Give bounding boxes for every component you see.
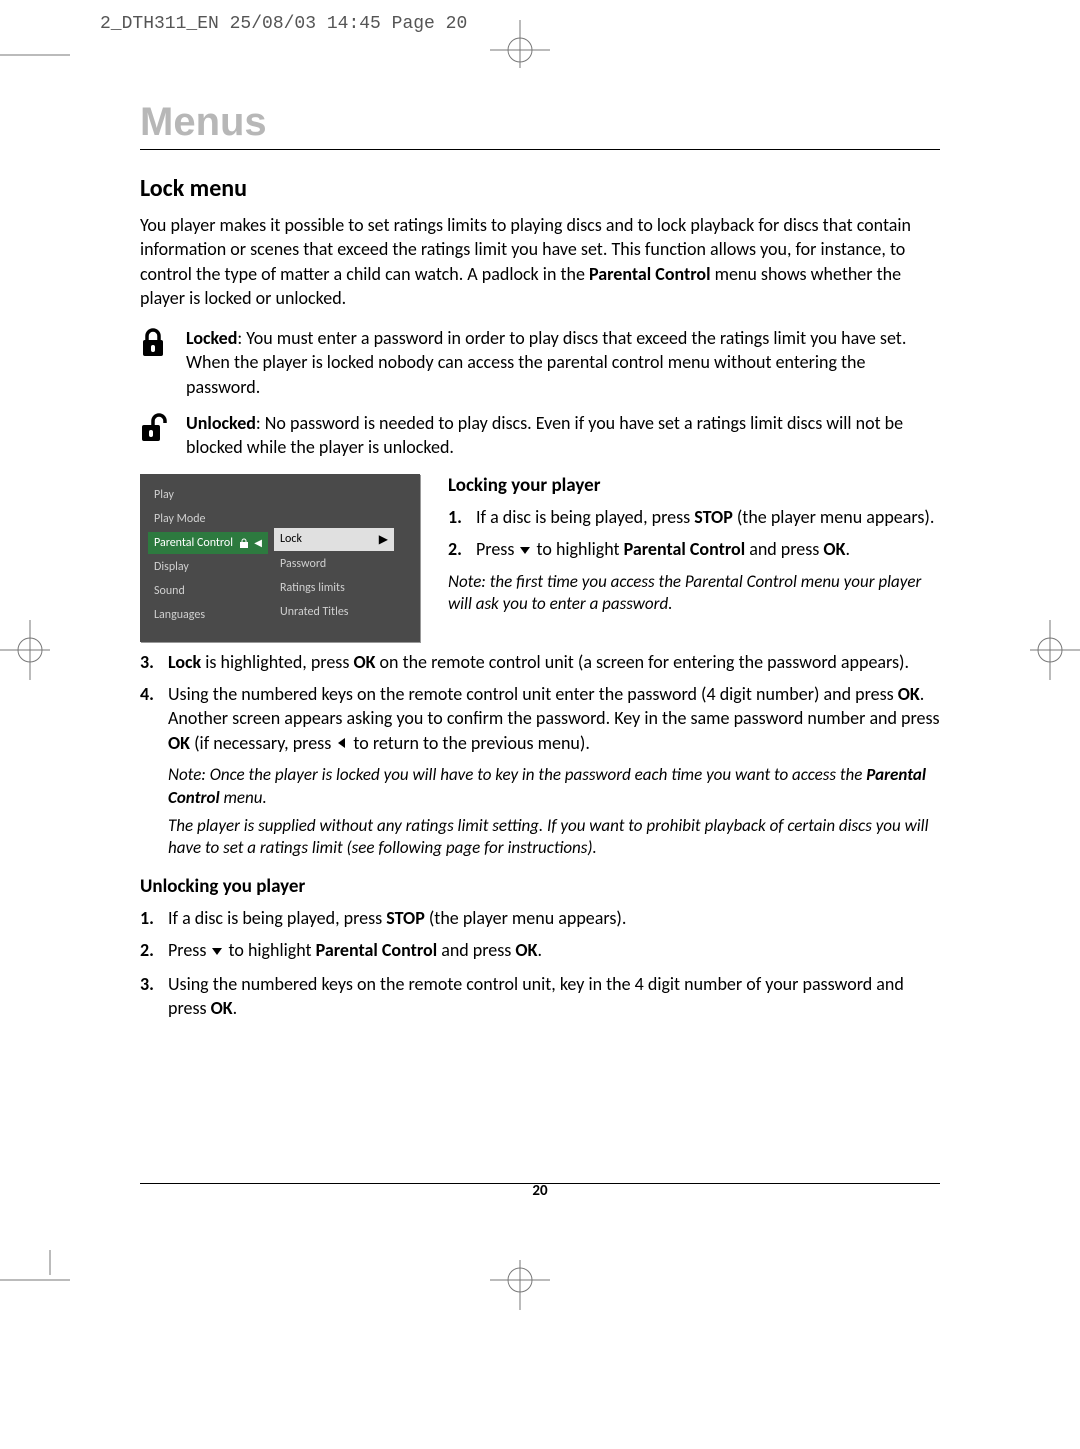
unlock-step-1: 1. If a disc is being played, press STOP… bbox=[140, 906, 940, 930]
left-arrow-icon bbox=[335, 732, 349, 756]
submenu-item: Unrated Titles bbox=[274, 601, 394, 623]
cropmark-bottom-left-icon bbox=[0, 1250, 100, 1295]
cropmark-right-icon bbox=[1020, 620, 1080, 685]
cropmark-top-icon bbox=[490, 20, 550, 85]
title-rule bbox=[140, 149, 940, 150]
unlock-step-2: 2. Press to highlight Parental Control a… bbox=[140, 938, 940, 964]
submenu-item: Password bbox=[274, 553, 394, 575]
page: 2_DTH311_EN 25/08/03 14:45 Page 20 Menus… bbox=[0, 0, 1080, 1449]
section-heading: Lock menu bbox=[140, 174, 940, 203]
unlocked-row: Unlocked: No password is needed to play … bbox=[140, 411, 940, 460]
menu-item: Play bbox=[148, 484, 268, 506]
intro-paragraph: You player makes it possible to set rati… bbox=[140, 213, 940, 310]
step-3: 3. Lock is highlighted, press OK on the … bbox=[140, 650, 940, 674]
cropmark-top-left-icon bbox=[0, 45, 100, 70]
content-area: Menus Lock menu You player makes it poss… bbox=[140, 100, 940, 1029]
submenu-item: Ratings limits bbox=[274, 577, 394, 599]
prepress-header: 2_DTH311_EN 25/08/03 14:45 Page 20 bbox=[100, 14, 467, 34]
locked-text: Locked: You must enter a password in ord… bbox=[186, 326, 940, 399]
unlocked-padlock-icon bbox=[140, 411, 170, 460]
locking-heading: Locking your player bbox=[448, 474, 940, 497]
step-2: 2. Press to highlight Parental Control a… bbox=[448, 537, 940, 563]
cropmark-bottom-icon bbox=[490, 1250, 550, 1315]
note-first-time: Note: the first time you access the Pare… bbox=[448, 571, 940, 615]
step-1: 1. If a disc is being played, press STOP… bbox=[448, 505, 940, 529]
menu-item-selected: Parental Control ◀ bbox=[148, 532, 268, 554]
unlocked-text: Unlocked: No password is needed to play … bbox=[186, 411, 940, 460]
submenu-item-selected: Lock▶ bbox=[274, 528, 394, 551]
menu-item: Display bbox=[148, 556, 268, 578]
page-number: 20 bbox=[0, 1182, 1080, 1200]
unlocking-heading: Unlocking you player bbox=[140, 875, 940, 898]
down-arrow-icon bbox=[518, 539, 532, 563]
menu-screenshot: Play Play Mode Parental Control ◀ Displa… bbox=[140, 474, 420, 642]
step-4: 4. Using the numbered keys on the remote… bbox=[140, 682, 940, 756]
lock-mini-icon bbox=[239, 538, 249, 548]
page-title: Menus bbox=[140, 100, 940, 145]
locked-row: Locked: You must enter a password in ord… bbox=[140, 326, 940, 399]
unlock-step-3: 3. Using the numbered keys on the remote… bbox=[140, 972, 940, 1021]
menu-item: Languages bbox=[148, 604, 268, 626]
menu-item: Play Mode bbox=[148, 508, 268, 530]
note-locked: Note: Once the player is locked you will… bbox=[168, 764, 940, 808]
menu-item: Sound bbox=[148, 580, 268, 602]
cropmark-left-icon bbox=[0, 620, 60, 685]
down-arrow-icon bbox=[210, 940, 224, 964]
note-no-rating: The player is supplied without any ratin… bbox=[168, 815, 940, 859]
locked-padlock-icon bbox=[140, 326, 170, 399]
